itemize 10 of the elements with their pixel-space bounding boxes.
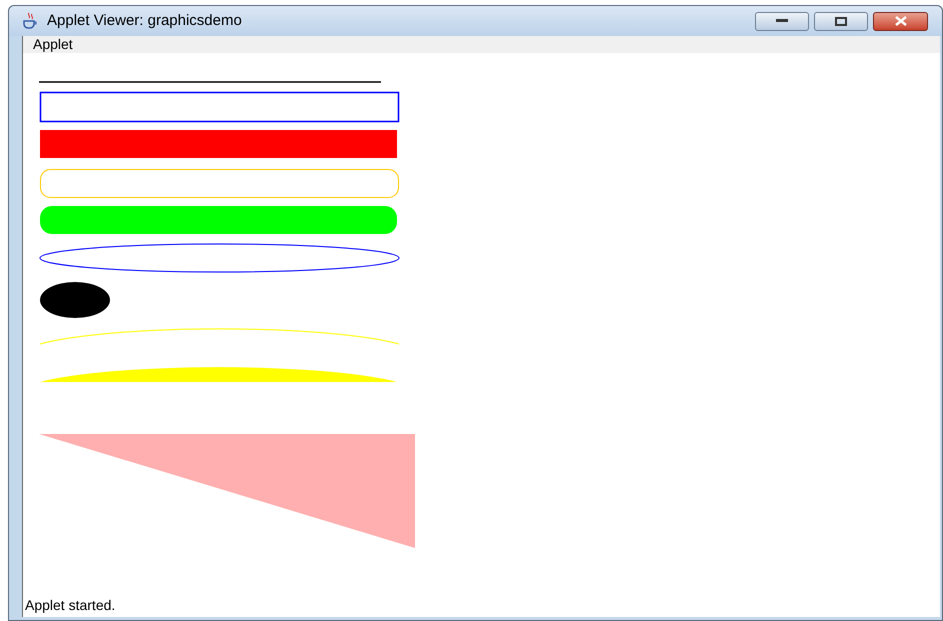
restore-icon [835, 16, 847, 26]
minimize-button[interactable] [755, 12, 809, 30]
coffee-cup-icon [21, 12, 39, 30]
minimize-icon [776, 19, 788, 23]
close-icon [894, 16, 906, 26]
menu-item[interactable]: Applet [33, 34, 73, 55]
window-title: Applet Viewer: graphicsdemo [47, 10, 242, 31]
close-button[interactable] [873, 12, 928, 30]
status-text: Applet started. [25, 596, 116, 615]
maximize-button[interactable] [814, 12, 868, 30]
